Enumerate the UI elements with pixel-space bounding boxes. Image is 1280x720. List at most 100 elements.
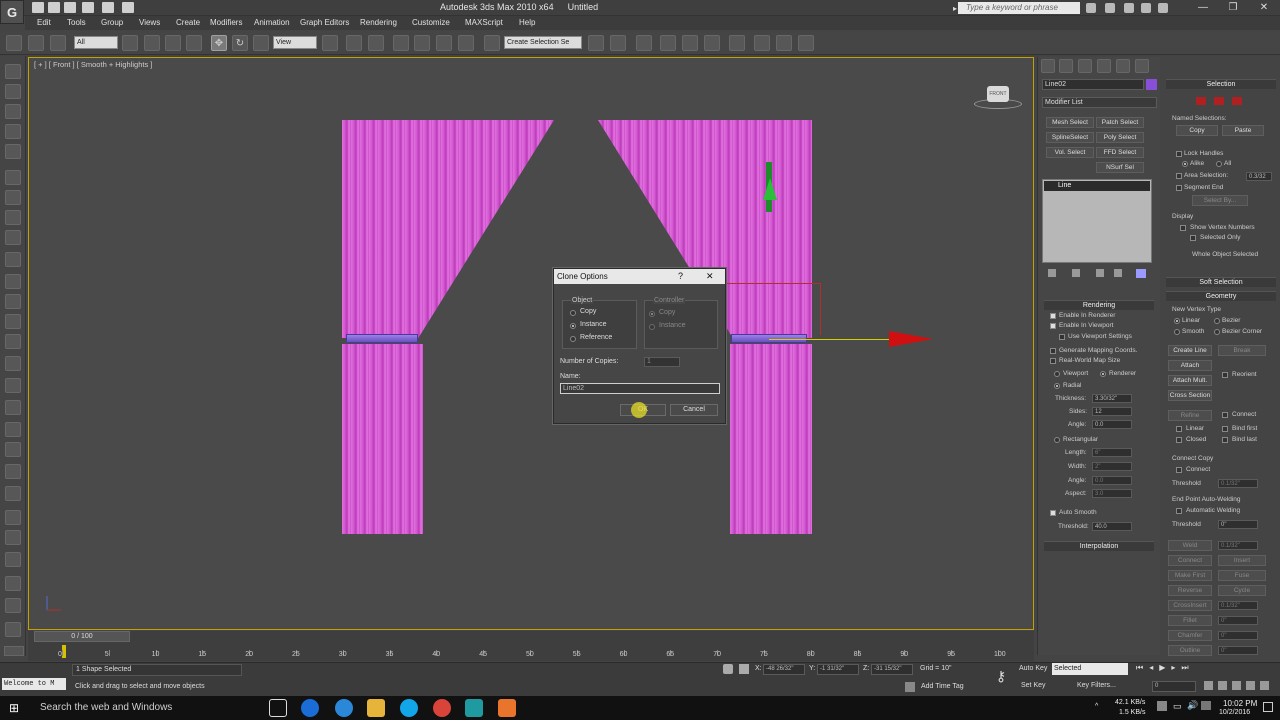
tool-icon-8[interactable] (5, 210, 21, 225)
gizmo-x-arrow[interactable] (889, 331, 933, 347)
sides-spinner[interactable]: 12 (1092, 407, 1132, 416)
redo-icon[interactable] (102, 2, 114, 13)
renderer-radio[interactable] (1100, 371, 1106, 377)
hierarchy-tab-icon[interactable] (1078, 59, 1092, 73)
select-and-rotate-icon[interactable]: ↻ (232, 35, 248, 51)
crossinsert-button[interactable]: CrossInsert (1168, 600, 1212, 611)
keyboard-shortcut-override-icon[interactable] (368, 35, 384, 51)
weld-button[interactable]: Weld (1168, 540, 1212, 551)
menu-animation[interactable]: Animation (254, 16, 290, 30)
connect-threshold-spinner[interactable]: 0.1/32" (1218, 479, 1258, 488)
menu-create[interactable]: Create (176, 16, 200, 30)
utilities-tab-icon[interactable] (1135, 59, 1149, 73)
key-filters-button[interactable]: Key Filters... (1077, 682, 1116, 689)
go-to-end-icon[interactable]: ⏭ (1181, 663, 1188, 675)
display-tab-icon[interactable] (1116, 59, 1130, 73)
internet-explorer-icon[interactable] (335, 699, 353, 717)
bind-last-checkbox[interactable] (1222, 437, 1228, 443)
render-production-icon[interactable] (798, 35, 814, 51)
graphite-modeling-icon[interactable] (660, 35, 676, 51)
set-key-button[interactable]: Set Key (1021, 682, 1046, 689)
auto-key-button[interactable]: Auto Key (1019, 665, 1047, 672)
tool-icon-1[interactable] (5, 64, 21, 79)
dialog-close-icon[interactable]: ✕ (706, 271, 714, 282)
tool-icon-26[interactable] (5, 598, 21, 613)
zoom-extents-icon[interactable] (1232, 681, 1241, 690)
weld-spinner[interactable]: 0.1/32" (1218, 541, 1258, 550)
remove-modifier-icon[interactable] (1114, 269, 1122, 277)
rectangular-radio[interactable] (1054, 437, 1060, 443)
fuse-button[interactable]: Fuse (1218, 570, 1266, 581)
menu-edit[interactable]: Edit (37, 16, 51, 30)
break-button[interactable]: Break (1218, 345, 1266, 356)
chamfer-button[interactable]: Chamfer (1168, 630, 1212, 641)
menu-help[interactable]: Help (519, 16, 535, 30)
search-expand-icon[interactable]: ▸ (953, 4, 957, 13)
configure-sets-icon[interactable] (1136, 269, 1146, 278)
vertex-subobject-icon[interactable] (1196, 97, 1206, 105)
help-icon[interactable] (1158, 3, 1168, 13)
key-icon[interactable]: ⚷ (988, 668, 1014, 688)
network-icon[interactable]: ▭ (1173, 701, 1182, 712)
tool-icon-9[interactable] (5, 230, 21, 245)
start-button[interactable]: ⊞ (0, 696, 28, 720)
object-instance-radio[interactable] (570, 323, 576, 329)
tool-icon-22[interactable] (5, 510, 21, 525)
file-explorer-icon[interactable] (367, 699, 385, 717)
enable-in-viewport-checkbox[interactable] (1050, 323, 1056, 329)
add-time-tag[interactable]: Add Time Tag (921, 683, 964, 690)
nsurf-sel-button[interactable]: NSurf Sel (1096, 162, 1144, 173)
cancel-button[interactable]: Cancel (670, 404, 718, 416)
pin-stack-icon[interactable] (1048, 269, 1056, 277)
select-object-icon[interactable] (122, 35, 138, 51)
cross-section-button[interactable]: Cross Section (1168, 390, 1212, 401)
controller-copy-radio[interactable] (649, 311, 655, 317)
left-curtain-tieback[interactable] (346, 334, 418, 343)
linear-refine-checkbox[interactable] (1176, 426, 1182, 432)
tool-icon-21[interactable] (5, 486, 21, 501)
key-set-dropdown[interactable]: Selected (1052, 663, 1128, 675)
app-logo-button[interactable]: G (0, 0, 24, 24)
segment-end-checkbox[interactable] (1176, 185, 1182, 191)
select-by-name-icon[interactable] (144, 35, 160, 51)
spline-subobject-icon[interactable] (1232, 97, 1242, 105)
use-viewport-settings-checkbox[interactable] (1059, 334, 1065, 340)
volume-icon[interactable]: 🔊 (1187, 700, 1198, 711)
tool-icon-27[interactable] (5, 622, 21, 637)
create-line-button[interactable]: Create Line (1168, 345, 1212, 356)
create-tab-icon[interactable] (1041, 59, 1055, 73)
play-icon[interactable]: ▶ (1159, 663, 1165, 675)
viewport-label[interactable]: [ + ] [ Front ] [ Smooth + Highlights ] (34, 60, 152, 69)
action-center-icon[interactable] (1263, 702, 1273, 712)
smooth-vertex-radio[interactable] (1174, 329, 1180, 335)
tool-icon-11[interactable] (5, 274, 21, 289)
close-window-button[interactable]: ✕ (1253, 1, 1275, 15)
copy-selection-button[interactable]: Copy (1176, 125, 1218, 136)
tool-icon-10[interactable] (5, 252, 21, 267)
select-link-icon[interactable] (6, 35, 22, 51)
selected-only-checkbox[interactable] (1190, 235, 1196, 241)
clock-date[interactable]: 10/2/2016 (1219, 709, 1250, 716)
lock-selection-icon[interactable] (723, 664, 733, 674)
area-selection-checkbox[interactable] (1176, 173, 1182, 179)
3ds-max-taskbar-icon[interactable] (465, 699, 483, 717)
crossinsert-spinner[interactable]: 0.1/32" (1218, 601, 1258, 610)
patch-select-button[interactable]: Patch Select (1096, 117, 1144, 128)
selection-rollout-header[interactable]: Selection (1166, 79, 1276, 89)
communication-center-icon[interactable] (1124, 3, 1134, 13)
menu-views[interactable]: Views (139, 16, 160, 30)
align-icon[interactable] (610, 35, 626, 51)
select-manipulate-icon[interactable] (346, 35, 362, 51)
menu-tools[interactable]: Tools (67, 16, 86, 30)
chamfer-spinner[interactable]: 0" (1218, 631, 1258, 640)
transform-gizmo-plane[interactable] (725, 283, 821, 335)
motion-tab-icon[interactable] (1097, 59, 1111, 73)
select-by-button[interactable]: Select By... (1192, 195, 1248, 206)
maximize-button[interactable]: ❐ (1222, 1, 1244, 15)
outline-spinner[interactable]: 0" (1218, 646, 1258, 655)
lock-handles-checkbox[interactable] (1176, 151, 1182, 157)
new-file-icon[interactable] (32, 2, 44, 13)
project-folder-icon[interactable] (122, 2, 134, 13)
tray-chevron-icon[interactable]: ^ (1095, 703, 1098, 710)
tool-icon-2[interactable] (5, 84, 21, 99)
